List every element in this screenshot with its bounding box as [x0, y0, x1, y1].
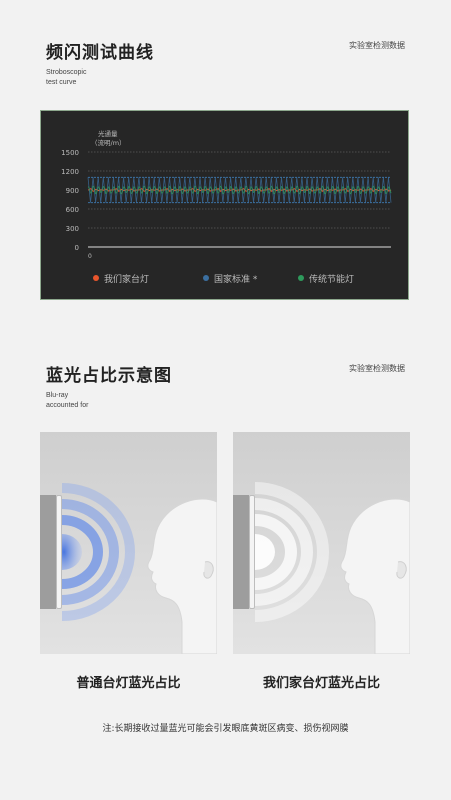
legend-label: 传统节能灯 — [309, 275, 355, 285]
blue-light-note: 注:长期接收过量蓝光可能会引发眼底黄斑区病变、损伤视网膜 — [102, 724, 349, 734]
legend-item: 传统节能灯 — [298, 272, 354, 285]
lab-data-tag: 实验室检测数据 — [349, 41, 405, 50]
y-tick-label: 300 — [66, 225, 79, 233]
y-tick-label: 0 — [75, 244, 79, 252]
section-title-bluray: 蓝光占比示意图 — [46, 366, 172, 386]
x-origin-label: 0 — [88, 253, 92, 260]
legend-label: 国家标准 * — [214, 275, 258, 285]
ordinary-lamp-caption: 普通台灯蓝光占比 — [76, 676, 181, 691]
subtitle-line: accounted for — [46, 402, 89, 409]
y-axis-label: （流明/m） — [91, 138, 126, 147]
ordinary-lamp-illustration — [40, 432, 217, 654]
chart-canvas: 光通量（流明/m） 1500 1200 900 600 300 0 0 — [61, 129, 392, 260]
blue-light-rings — [61, 483, 217, 654]
subtitle-line: test curve — [46, 79, 77, 86]
y-tick-label: 600 — [66, 206, 79, 214]
y-tick-label: 1500 — [61, 149, 79, 157]
section-subtitle: Stroboscopic test curve — [46, 68, 86, 88]
chart-legend: 我们家台灯 国家标准 * 传统节能灯 — [93, 272, 408, 286]
y-tick-label: 900 — [66, 187, 79, 195]
white-light-rings — [254, 482, 410, 654]
legend-dot-icon — [93, 275, 99, 281]
section-subtitle: Blu-ray accounted for — [46, 391, 88, 411]
y-axis-label: 光通量 — [98, 129, 118, 138]
subtitle-line: Stroboscopic — [46, 69, 87, 76]
y-tick-label: 1200 — [61, 168, 79, 176]
lab-data-tag: 实验室检测数据 — [349, 364, 405, 373]
our-lamp-illustration — [233, 432, 410, 654]
subtitle-line: Blu-ray — [46, 392, 69, 399]
our-lamp-caption: 我们家台灯蓝光占比 — [262, 676, 380, 691]
legend-item: 我们家台灯 — [93, 272, 149, 285]
legend-item: 国家标准 * — [203, 272, 257, 285]
legend-dot-icon — [298, 275, 304, 281]
section-title-stroboscopic: 频闪测试曲线 — [46, 43, 154, 63]
legend-dot-icon — [203, 275, 209, 281]
legend-label: 我们家台灯 — [104, 275, 150, 285]
stroboscopic-chart: 光通量 （流明/m） 1500 1200 900 600 300 0 0 我们家台灯 国家标准 *… — [40, 110, 409, 300]
